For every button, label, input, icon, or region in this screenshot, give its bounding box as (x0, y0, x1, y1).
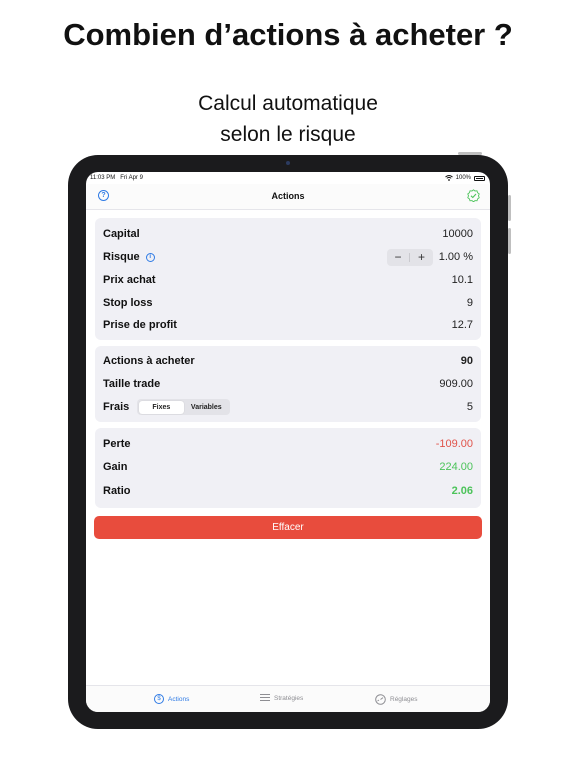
take-profit-value[interactable]: 12.7 (452, 319, 473, 331)
gain-row: Gain 224.00 (103, 458, 473, 476)
capital-value[interactable]: 10000 (442, 228, 473, 240)
status-bar: 11:03 PM Fri Apr 9 100% (86, 172, 490, 184)
clear-button[interactable]: Effacer (94, 516, 482, 539)
loss-label: Perte (103, 438, 131, 450)
risk-value: 1.00 % (438, 251, 473, 263)
camera-dot (286, 161, 290, 165)
trade-size-value: 909.00 (439, 378, 473, 390)
gauge-icon (375, 694, 386, 705)
tab-strategies-label: Stratégies (274, 694, 304, 702)
gain-label: Gain (103, 461, 128, 473)
stepper-plus-button[interactable]: + (410, 249, 433, 266)
ratio-label: Ratio (103, 485, 131, 497)
ratio-value: 2.06 (451, 485, 473, 497)
fees-row: Frais Fixes Variables 5 (103, 398, 473, 416)
status-right: 100% (444, 175, 485, 181)
shares-row: Actions à acheter 90 (103, 352, 473, 370)
outcome-card: Perte -109.00 Gain 224.00 Ratio 2.06 (95, 428, 481, 508)
risk-label: Risque (103, 251, 140, 263)
tab-settings-label: Réglages (390, 696, 418, 703)
risk-row: Risque i − + 1.00 % (103, 248, 473, 266)
battery-percent: 100% (455, 175, 471, 181)
status-time: 11:03 PM Fri Apr 9 (90, 175, 143, 181)
promo-subline: Calcul automatique selon le risque (0, 88, 576, 150)
promo-subline-1: Calcul automatique (198, 92, 378, 115)
tab-strategies[interactable]: Stratégies (260, 694, 303, 702)
capital-row[interactable]: Capital 10000 (103, 225, 473, 243)
trade-size-row: Taille trade 909.00 (103, 375, 473, 393)
tab-bar: $ Actions Stratégies Réglages (86, 685, 490, 712)
fees-fixed-segment[interactable]: Fixes (138, 400, 184, 414)
gain-value: 224.00 (439, 461, 473, 473)
capital-label: Capital (103, 228, 140, 240)
fees-variable-segment[interactable]: Variables (184, 401, 229, 414)
stepper-minus-button[interactable]: − (387, 249, 410, 266)
loss-row: Perte -109.00 (103, 435, 473, 453)
risk-label-group: Risque i (103, 251, 155, 263)
list-icon (260, 694, 270, 702)
stop-loss-row[interactable]: Stop loss 9 (103, 294, 473, 312)
dollar-circle-icon: $ (154, 694, 164, 704)
fees-type-segmented-control[interactable]: Fixes Variables (137, 399, 231, 415)
inputs-card: Capital 10000 Risque i − + 1.00 % Prix a… (95, 218, 481, 340)
take-profit-row[interactable]: Prise de profit 12.7 (103, 316, 473, 334)
status-date-text: Fri Apr 9 (120, 175, 143, 181)
fees-label: Frais (103, 401, 130, 413)
ratio-row: Ratio 2.06 (103, 482, 473, 500)
device-volume-down-button (508, 228, 511, 254)
fees-value[interactable]: 5 (467, 401, 473, 413)
shares-value: 90 (460, 355, 473, 367)
buy-price-row[interactable]: Prix achat 10.1 (103, 271, 473, 289)
stop-loss-label: Stop loss (103, 297, 153, 309)
results-card: Actions à acheter 90 Taille trade 909.00… (95, 346, 481, 422)
take-profit-label: Prise de profit (103, 319, 177, 331)
nav-title: Actions (271, 191, 305, 201)
risk-stepper[interactable]: − + (386, 248, 433, 266)
promo-subline-2: selon le risque (220, 123, 356, 146)
stop-loss-value[interactable]: 9 (467, 297, 473, 309)
status-time-text: 11:03 PM (90, 175, 116, 181)
buy-price-label: Prix achat (103, 274, 156, 286)
fees-label-group: Frais Fixes Variables (103, 399, 231, 415)
check-seal-icon[interactable] (467, 189, 480, 202)
tab-actions[interactable]: $ Actions (154, 694, 189, 704)
buy-price-value[interactable]: 10.1 (452, 274, 473, 286)
info-icon[interactable]: i (145, 252, 155, 262)
tab-actions-label: Actions (168, 695, 190, 703)
battery-icon (474, 175, 485, 181)
app-screen: 11:03 PM Fri Apr 9 100% ? Actions Capita… (86, 172, 490, 712)
shares-label: Actions à acheter (103, 355, 195, 367)
trade-size-label: Taille trade (103, 378, 161, 390)
tab-settings[interactable]: Réglages (375, 694, 417, 705)
device-volume-up-button (508, 195, 511, 221)
wifi-icon (444, 175, 453, 181)
promo-headline: Combien d’actions à acheter ? (0, 18, 576, 51)
risk-value-group: − + 1.00 % (386, 248, 473, 266)
promo-headline-text: Combien d’actions à acheter ? (63, 17, 513, 52)
loss-value: -109.00 (435, 438, 473, 450)
navigation-bar: ? Actions (86, 184, 490, 210)
